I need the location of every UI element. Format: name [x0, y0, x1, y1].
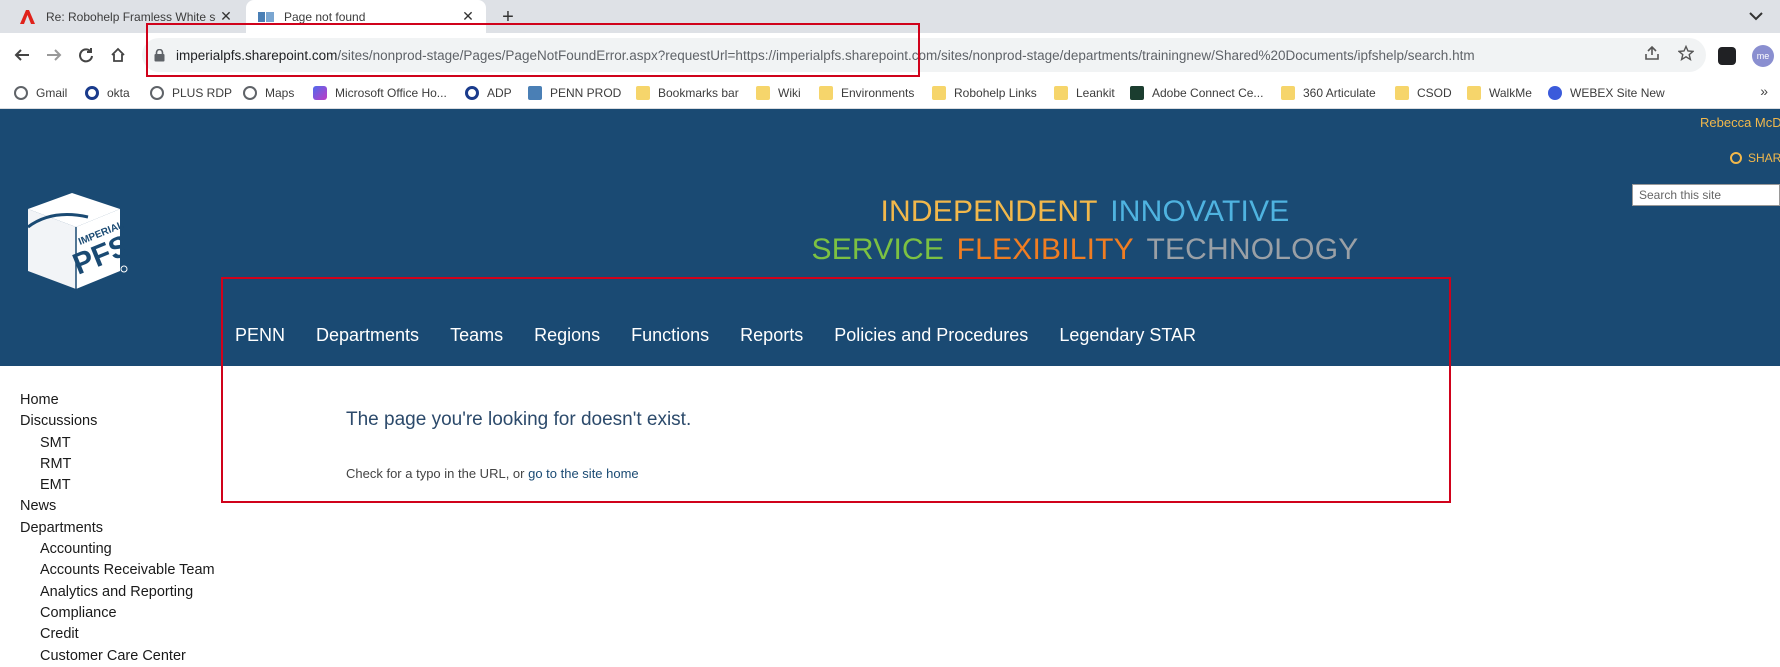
tagline-line-1: INDEPENDENT INNOVATIVE [700, 195, 1470, 229]
bookmark-plus-rdp[interactable]: PLUS RDP [150, 83, 232, 103]
bookmark-label: Bookmarks bar [658, 86, 739, 100]
bookmark-label: CSOD [1417, 86, 1452, 100]
tagline-word: FLEXIBILITY [956, 233, 1134, 266]
globe-icon [243, 86, 257, 100]
tagline-word: INDEPENDENT [880, 195, 1098, 228]
sidenav-item-home[interactable]: Home [20, 390, 215, 411]
globe-icon [14, 86, 28, 100]
user-name[interactable]: Rebecca McD [1700, 115, 1780, 130]
okta-icon [85, 86, 99, 100]
bookmark-walkme[interactable]: WalkMe [1467, 83, 1532, 103]
sidenav-item-analytics-and-reporting[interactable]: Analytics and Reporting [20, 582, 215, 603]
globe-icon [150, 86, 164, 100]
bookmark-leankit[interactable]: Leankit [1054, 83, 1115, 103]
bookmark-okta[interactable]: okta [85, 83, 130, 103]
tagline-line-2: SERVICE FLEXIBILITY TECHNOLOGY [700, 233, 1470, 267]
bookmark-gmail[interactable]: Gmail [14, 83, 67, 103]
tab-title: Re: Robohelp Framless White sea [46, 9, 216, 24]
extension-icon[interactable] [1718, 47, 1736, 65]
search-input[interactable]: Search this site [1632, 184, 1780, 206]
chevron-double-right-icon[interactable]: » [1760, 83, 1768, 99]
adobe-connect-icon [1130, 86, 1144, 100]
tagline-word: SERVICE [811, 233, 945, 266]
bookmark-adp[interactable]: ADP [465, 83, 512, 103]
folder-icon [1467, 86, 1481, 100]
bookmark-label: Microsoft Office Ho... [335, 86, 447, 100]
sidenav-item-smt[interactable]: SMT [20, 433, 215, 454]
share-icon[interactable] [1644, 45, 1660, 66]
annotation-highlight-url [146, 23, 920, 77]
folder-icon [1281, 86, 1295, 100]
folder-icon [636, 86, 650, 100]
bookmark-label: WEBEX Site New [1570, 86, 1665, 100]
sidenav-item-accounts-receivable-team[interactable]: Accounts Receivable Team [20, 560, 215, 581]
tab-title: Page not found [284, 9, 366, 24]
bookmark-label: Adobe Connect Ce... [1152, 86, 1264, 100]
share-label: SHARE [1748, 151, 1780, 165]
webex-icon [1548, 86, 1562, 100]
bookmark-label: PLUS RDP [172, 86, 233, 100]
bookmark-environments[interactable]: Environments [819, 83, 914, 103]
folder-icon [932, 86, 946, 100]
bookmark-label: Wiki [778, 86, 801, 100]
bookmark-label: Gmail [36, 86, 68, 100]
bookmark-microsoft-office[interactable]: Microsoft Office Ho... [313, 83, 447, 103]
microsoft-office-icon [313, 86, 327, 100]
folder-icon [819, 86, 833, 100]
tagline-word: INNOVATIVE [1110, 195, 1290, 228]
sidenav-item-news[interactable]: News [20, 496, 215, 517]
bookmark-wiki[interactable]: Wiki [756, 83, 801, 103]
tagline-word: TECHNOLOGY [1146, 233, 1359, 266]
share-button[interactable]: SHARE [1730, 151, 1780, 165]
folder-icon [1054, 86, 1068, 100]
bookmark-bookmarks-bar[interactable]: Bookmarks bar [636, 83, 739, 103]
star-icon[interactable] [1677, 44, 1695, 66]
bookmark-360-articulate[interactable]: 360 Articulate [1281, 83, 1376, 103]
imperial-pfs-logo[interactable]: IMPERIAL PFS [22, 187, 135, 293]
bookmark-label: PENN PROD [550, 86, 622, 100]
sidenav-item-rmt[interactable]: RMT [20, 454, 215, 475]
annotation-highlight-content [221, 277, 1451, 503]
quick-launch-nav: Home Discussions SMT RMT EMT News Depart… [20, 390, 215, 667]
adp-icon [465, 86, 479, 100]
bookmark-label: WalkMe [1489, 86, 1532, 100]
bookmark-label: Leankit [1076, 86, 1115, 100]
avatar[interactable]: me [1752, 45, 1774, 67]
bookmark-label: 360 Articulate [1303, 86, 1376, 100]
bookmark-label: Maps [265, 86, 295, 100]
sidenav-item-discussions[interactable]: Discussions [20, 411, 215, 432]
sidenav-item-credit[interactable]: Credit [20, 624, 215, 645]
folder-icon [1395, 86, 1409, 100]
pfs-favicon-icon [528, 86, 542, 100]
bookmarks-bar: Gmail okta PLUS RDP Maps Microsoft Offic… [0, 77, 1780, 109]
bookmark-label: Robohelp Links [954, 86, 1037, 100]
back-arrow-icon[interactable] [10, 43, 34, 67]
bookmark-label: ADP [487, 86, 512, 100]
forward-arrow-icon[interactable] [42, 43, 66, 67]
sidenav-item-accounting[interactable]: Accounting [20, 539, 215, 560]
bookmark-maps[interactable]: Maps [243, 83, 294, 103]
bookmark-label: okta [107, 86, 130, 100]
home-icon[interactable] [106, 43, 130, 67]
reload-icon[interactable] [74, 43, 98, 67]
chevron-down-icon[interactable] [1746, 6, 1766, 26]
adobe-icon [20, 9, 36, 25]
sidenav-item-compliance[interactable]: Compliance [20, 603, 215, 624]
bookmark-penn-prod[interactable]: PENN PROD [528, 83, 621, 103]
bookmark-webex[interactable]: WEBEX Site New [1548, 83, 1665, 103]
folder-icon [756, 86, 770, 100]
bookmark-robohelp-links[interactable]: Robohelp Links [932, 83, 1037, 103]
bookmark-label: Environments [841, 86, 915, 100]
share-icon [1730, 152, 1742, 164]
sidenav-item-departments[interactable]: Departments [20, 518, 215, 539]
bookmark-adobe-connect[interactable]: Adobe Connect Ce... [1130, 83, 1263, 103]
sidenav-item-emt[interactable]: EMT [20, 475, 215, 496]
bookmark-csod[interactable]: CSOD [1395, 83, 1452, 103]
